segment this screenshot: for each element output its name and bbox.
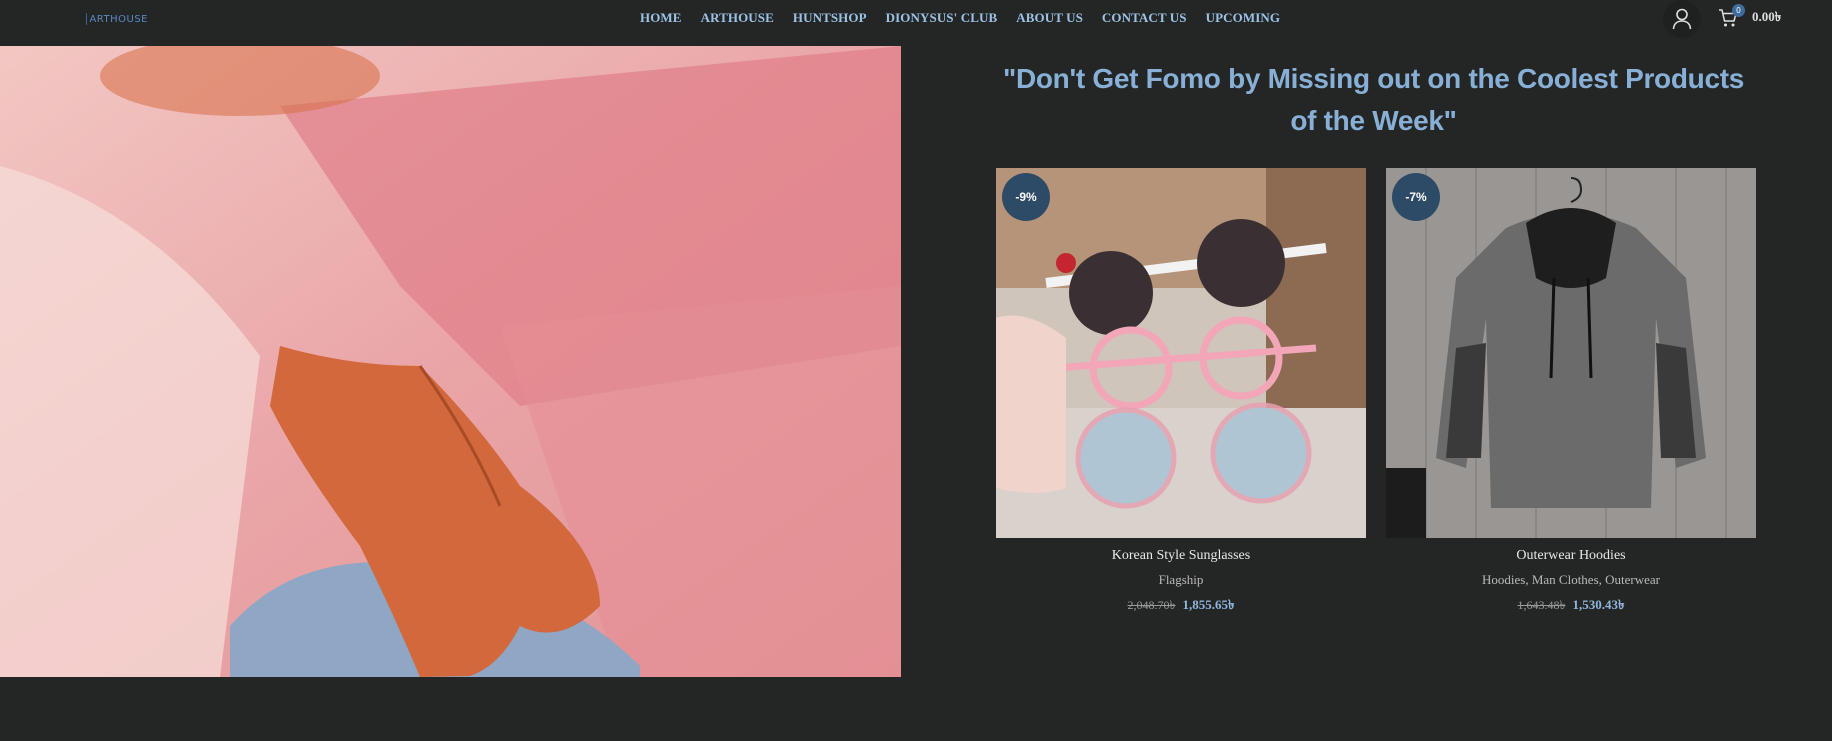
nav-contact-us[interactable]: CONTACT US [1102,10,1187,26]
product-image[interactable]: -7% [1386,168,1756,538]
hero-image [0,46,901,677]
discount-badge: -9% [1002,173,1050,221]
product-card[interactable]: -9% Korean Style Sunglasses Flagship 2,0… [996,168,1366,617]
discount-badge: -7% [1392,173,1440,221]
cart-total: 0.00৳ [1752,8,1782,24]
product-categories[interactable]: Flagship [996,572,1366,588]
old-price: 1,643.48৳ [1517,598,1566,612]
product-categories[interactable]: Hoodies, Man Clothes, Outerwear [1386,572,1756,588]
nav-home[interactable]: HOME [640,10,682,26]
product-card[interactable]: -7% Outerwear Hoodies Hoodies, Man Cloth… [1386,168,1756,617]
user-icon [1672,8,1692,30]
product-title[interactable]: Outerwear Hoodies [1386,548,1756,564]
product-image[interactable]: -9% [996,168,1366,538]
nav-about-us[interactable]: ABOUT US [1016,10,1083,26]
site-header: ARTHOUSE HOME ARTHOUSE HUNTSHOP DIONYSUS… [0,0,1832,46]
product-price: 2,048.70৳ 1,855.65৳ [996,596,1366,617]
site-logo[interactable]: ARTHOUSE [86,8,148,30]
account-button[interactable] [1663,0,1701,38]
product-price: 1,643.48৳ 1,530.43৳ [1386,596,1756,617]
cart-icon: 0 [1718,4,1745,28]
nav-arthouse[interactable]: ARTHOUSE [701,10,774,26]
nav-upcoming[interactable]: UPCOMING [1206,10,1280,26]
cart-button[interactable]: 0 0.00৳ [1718,4,1782,29]
featured-headline: "Don't Get Fomo by Missing out on the Co… [1002,63,1745,136]
logo-text: ARTHOUSE [89,13,148,25]
product-title[interactable]: Korean Style Sunglasses [996,548,1366,564]
old-price: 2,048.70৳ [1127,598,1176,612]
sale-price: 1,530.43৳ [1572,597,1625,612]
nav-dionysus-club[interactable]: DIONYSUS' CLUB [886,10,998,26]
cart-count-badge: 0 [1732,4,1745,17]
nav-huntshop[interactable]: HUNTSHOP [793,10,867,26]
sale-price: 1,855.65৳ [1182,597,1235,612]
main-nav: HOME ARTHOUSE HUNTSHOP DIONYSUS' CLUB AB… [640,10,1280,26]
